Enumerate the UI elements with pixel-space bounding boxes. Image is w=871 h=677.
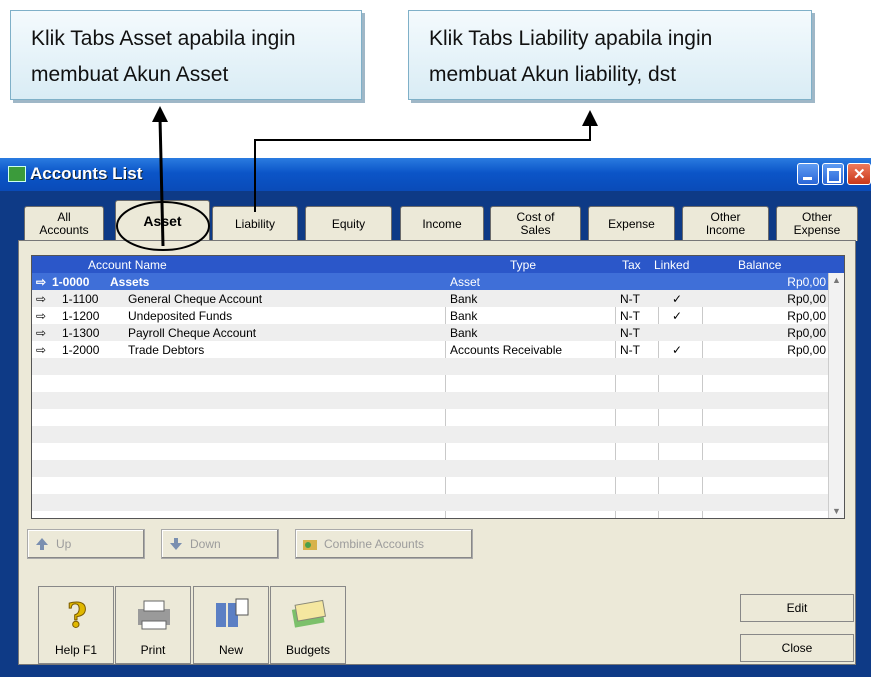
asset-arrowhead-icon xyxy=(152,106,168,122)
liability-arrowhead-icon xyxy=(582,110,598,126)
annotation-overlay xyxy=(116,106,598,251)
asset-pointer-line xyxy=(158,117,165,247)
liability-pointer-line xyxy=(254,122,591,212)
